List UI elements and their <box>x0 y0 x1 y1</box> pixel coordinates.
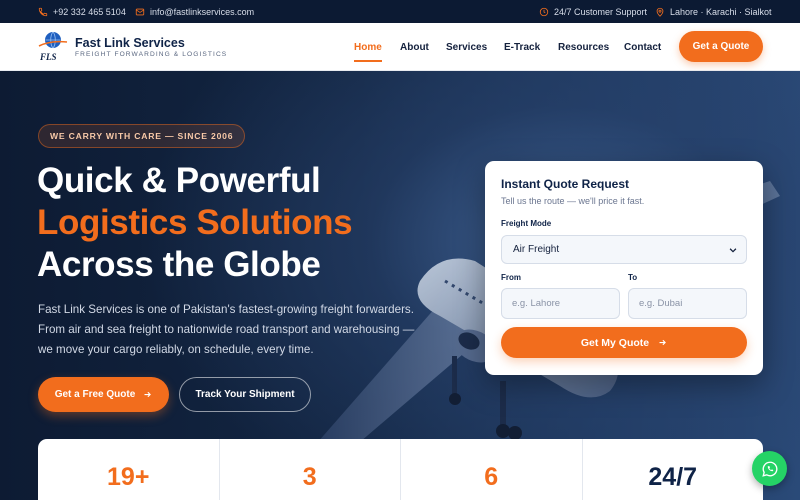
topbar-support-text: 24/7 Customer Support <box>554 6 648 17</box>
quote-card-title: Instant Quote Request <box>501 177 630 191</box>
stat-item: 19+ <box>38 439 220 500</box>
brand-tagline: FREIGHT FORWARDING & LOGISTICS <box>75 51 228 58</box>
hero-headline-line3: Across the Globe <box>37 245 321 284</box>
stat-item: 24/7 <box>583 439 764 500</box>
topbar-locations-text: Lahore · Karachi · Sialkot <box>670 6 772 17</box>
chevron-down-icon <box>729 248 737 253</box>
map-pin-icon <box>656 7 664 17</box>
brand-name: Fast Link Services <box>75 36 185 50</box>
nav-about[interactable]: About <box>400 23 429 71</box>
svg-text:FLS: FLS <box>39 52 57 62</box>
stat-item: 3 <box>220 439 401 500</box>
freight-mode-label: Freight Mode <box>501 219 552 228</box>
stat-value: 6 <box>484 463 499 491</box>
hero-description: Fast Link Services is one of Pakistan's … <box>38 303 415 356</box>
top-bar: +92 332 465 5104 info@fastlinkservices.c… <box>0 0 800 23</box>
from-label: From <box>501 273 521 282</box>
instant-quote-card: Instant Quote Request Tell us the route … <box>485 161 763 375</box>
get-a-quote-button[interactable]: Get a Quote <box>679 31 763 62</box>
quote-card-subtitle: Tell us the route — we'll price it fast. <box>501 196 645 206</box>
track-shipment-button[interactable]: Track Your Shipment <box>179 377 311 412</box>
stat-value: 3 <box>302 463 317 491</box>
brand-logo[interactable]: FLS <box>36 29 70 63</box>
stat-value: 19+ <box>107 463 150 491</box>
globe-logo-icon: FLS <box>38 31 68 62</box>
freight-mode-value: Air Freight <box>513 244 560 255</box>
stat-item: 6 <box>401 439 583 500</box>
topbar-phone[interactable]: +92 332 465 5104 <box>38 0 126 23</box>
from-input[interactable] <box>501 288 620 319</box>
arrow-right-icon <box>659 339 667 346</box>
hero-headline-line2: Logistics Solutions <box>37 203 353 242</box>
arrow-right-icon <box>144 391 152 398</box>
stats-bar: 19+ 3 6 24/7 <box>38 439 763 500</box>
hero-badge: WE CARRY WITH CARE — SINCE 2006 <box>38 124 246 148</box>
nav-active-indicator <box>354 60 382 62</box>
nav-contact[interactable]: Contact <box>624 23 661 71</box>
topbar-locations: Lahore · Karachi · Sialkot <box>655 0 772 23</box>
nav-services[interactable]: Services <box>446 23 487 71</box>
get-my-quote-label: Get My Quote <box>580 336 650 349</box>
clock-icon <box>539 7 549 16</box>
to-label: To <box>628 273 638 282</box>
nav-resources[interactable]: Resources <box>558 23 609 71</box>
topbar-support: 24/7 Customer Support <box>539 0 647 23</box>
hero-section: WE CARRY WITH CARE — SINCE 2006 Quick & … <box>0 71 800 500</box>
mail-icon <box>135 8 145 15</box>
get-free-quote-button[interactable]: Get a Free Quote <box>38 377 169 412</box>
to-input[interactable] <box>628 288 747 319</box>
stat-value: 24/7 <box>648 463 698 491</box>
nav-home[interactable]: Home <box>354 23 382 71</box>
whatsapp-icon <box>761 461 777 477</box>
get-my-quote-button[interactable]: Get My Quote <box>501 327 747 358</box>
whatsapp-button[interactable] <box>752 451 787 486</box>
topbar-phone-text: +92 332 465 5104 <box>53 6 126 17</box>
topbar-email[interactable]: info@fastlinkservices.com <box>135 0 254 23</box>
get-free-quote-label: Get a Free Quote <box>54 389 136 400</box>
nav-etrack[interactable]: E-Track <box>504 23 540 71</box>
hero-headline-line1: Quick & Powerful <box>37 161 321 200</box>
freight-mode-select[interactable]: Air Freight <box>501 235 747 264</box>
topbar-email-text: info@fastlinkservices.com <box>150 6 255 17</box>
phone-icon <box>38 7 48 16</box>
